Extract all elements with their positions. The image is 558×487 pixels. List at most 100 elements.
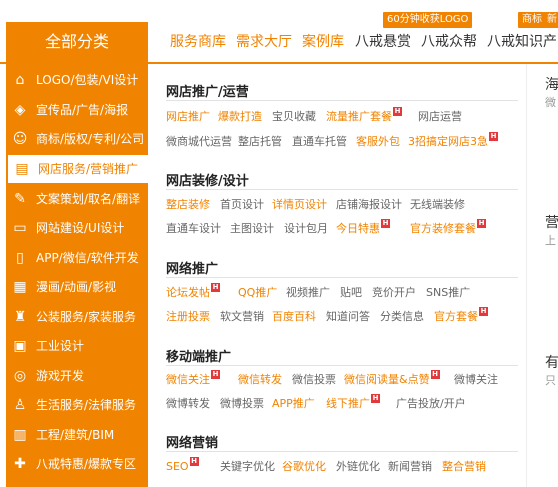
link-traffic-package[interactable]: 流量推广套餐 H: [326, 107, 402, 125]
phone-icon: ▯: [16, 250, 24, 266]
link-sns-promotion[interactable]: SNS推广: [426, 285, 470, 301]
nav-case-library[interactable]: 案例库: [302, 32, 344, 52]
link-wechat-vote[interactable]: 微信投票: [292, 372, 336, 388]
link-main-image-design[interactable]: 主图设计: [230, 221, 274, 237]
link-customer-service-outsourcing[interactable]: 客服外包: [356, 134, 400, 150]
gift-icon: ✚: [14, 456, 26, 472]
sidebar-item-logo-design[interactable]: ⌂ LOGO/包装/VI设计: [6, 66, 148, 94]
link-wechat-reads-likes[interactable]: 微信阅读量&点赞 H: [344, 370, 440, 388]
sidebar-item-game-dev[interactable]: ◎ 游戏开发: [6, 362, 148, 390]
link-app-promotion[interactable]: APP推广: [272, 396, 315, 412]
sidebar-item-animation[interactable]: ▦ 漫画/动画/影视: [6, 273, 148, 301]
link-google-optimization[interactable]: 谷歌优化: [282, 459, 326, 475]
monitor-icon: ▭: [13, 220, 27, 236]
sidebar-item-label: 生活服务/法律服务: [36, 398, 137, 412]
subcategory-panel: 网店推广/运营 网店推广 爆款打造 宝贝收藏 流量推广套餐 H 网店运营 微商城代…: [148, 64, 527, 487]
sidebar-item-online-store[interactable]: ▤ 网店服务/营销推广: [8, 155, 150, 183]
nav-service-provider-library[interactable]: 服务商库: [170, 32, 226, 52]
link-monthly-design[interactable]: 设计包月: [284, 221, 328, 237]
link-register-vote[interactable]: 注册投票: [166, 309, 210, 325]
link-weibo-follow[interactable]: 微博关注: [454, 372, 498, 388]
store-icon: ▤: [15, 161, 29, 177]
link-homepage-design[interactable]: 首页设计: [220, 197, 264, 213]
right-panel-title[interactable]: 海: [545, 74, 558, 94]
sidebar-item-industrial-design[interactable]: ▣ 工业设计: [6, 332, 148, 360]
link-detail-page-design[interactable]: 详情页设计: [272, 197, 327, 213]
nav-bajie-help[interactable]: 八戒众帮: [421, 32, 477, 52]
link-mobile-decoration[interactable]: 无线端装修: [410, 197, 465, 213]
film-icon: ▦: [13, 279, 27, 295]
hot-icon: H: [477, 219, 486, 228]
link-full-store-decoration[interactable]: 整店装修: [166, 197, 210, 213]
sidebar-item-trademark[interactable]: ☺ 商标/版权/专利/公司: [6, 125, 148, 153]
link-wechat-mall-operation[interactable]: 微商城代运营: [166, 134, 232, 150]
link-video-promotion[interactable]: 视频推广: [286, 285, 330, 301]
link-integrated-marketing[interactable]: 整合营销: [442, 459, 486, 475]
sidebar-item-label: 网店服务/营销推广: [38, 162, 139, 176]
sidebar-item-label: 漫画/动画/影视: [36, 280, 117, 294]
edit-icon: ✎: [14, 191, 26, 207]
link-forum-posting[interactable]: 论坛发帖 H: [166, 283, 220, 301]
nav-bajie-ip[interactable]: 八戒知识产: [487, 32, 557, 52]
sidebar-item-engineering[interactable]: ▥ 工程/建筑/BIM: [6, 421, 148, 449]
category-sidebar: ⌂ LOGO/包装/VI设计 ◈ 宣传品/广告/海报 ☺ 商标/版权/专利/公司…: [6, 64, 150, 487]
link-full-store-hosting[interactable]: 整店托管: [238, 134, 282, 150]
section-divider: [166, 277, 518, 278]
hot-icon: H: [479, 307, 488, 316]
link-weibo-forward[interactable]: 微博转发: [166, 396, 210, 412]
nav-demand-hall[interactable]: 需求大厅: [236, 32, 292, 52]
link-weibo-vote[interactable]: 微博投票: [220, 396, 264, 412]
sidebar-item-label: LOGO/包装/VI设计: [36, 73, 139, 87]
link-backlink-optimization[interactable]: 外链优化: [336, 459, 380, 475]
hot-icon: H: [189, 457, 199, 466]
sidebar-item-copywriting[interactable]: ✎ 文案策划/取名/翻译: [6, 185, 148, 213]
sidebar-item-label: 商标/版权/专利/公司: [36, 132, 145, 146]
link-store-promotion[interactable]: 网店推广: [166, 109, 210, 125]
person-icon: ♙: [13, 397, 27, 413]
sidebar-item-website-ui[interactable]: ▭ 网站建设/UI设计: [6, 214, 148, 242]
right-panel-title[interactable]: 营: [545, 212, 558, 232]
sidebar-item-label: 宣传品/广告/海报: [36, 103, 129, 117]
link-keyword-optimization[interactable]: 关键字优化: [220, 459, 275, 475]
link-qq-promotion[interactable]: QQ推广: [238, 285, 277, 301]
link-official-package[interactable]: 官方套餐 H: [434, 307, 488, 325]
link-through-train-hosting[interactable]: 直通车托管: [292, 134, 347, 150]
link-through-train-design[interactable]: 直通车设计: [166, 221, 221, 237]
sidebar-item-life-legal[interactable]: ♙ 生活服务/法律服务: [6, 391, 148, 419]
link-ad-placement[interactable]: 广告投放/开户: [396, 396, 466, 412]
link-news-marketing[interactable]: 新闻营销: [388, 459, 432, 475]
link-offline-promotion[interactable]: 线下推广 H: [326, 394, 380, 412]
right-panel-title[interactable]: 有: [545, 352, 558, 372]
link-seo[interactable]: SEO H: [166, 457, 199, 475]
link-item-favorites[interactable]: 宝贝收藏: [272, 109, 316, 125]
main-nav: 全部分类 服务商库 需求大厅 案例库 八戒悬赏 八戒众帮 八戒知识产: [0, 22, 558, 64]
link-soft-article-marketing[interactable]: 软文营销: [220, 309, 264, 325]
hot-icon: H: [393, 107, 402, 116]
link-tieba[interactable]: 贴吧: [340, 285, 362, 301]
link-store-poster-design[interactable]: 店铺海报设计: [336, 197, 402, 213]
hot-icon: H: [381, 219, 390, 228]
all-categories-button[interactable]: 全部分类: [6, 22, 148, 62]
link-classified-info[interactable]: 分类信息: [380, 309, 424, 325]
link-baidu-baike[interactable]: 百度百科: [272, 309, 316, 325]
sidebar-item-advertising[interactable]: ◈ 宣传品/广告/海报: [6, 96, 148, 124]
sidebar-item-label: 网站建设/UI设计: [36, 221, 125, 235]
link-bidding-account[interactable]: 竞价开户: [372, 285, 416, 301]
link-zhidao-qa[interactable]: 知道问答: [326, 309, 370, 325]
sidebar-item-specials[interactable]: ✚ 八戒特惠/爆款专区: [6, 450, 148, 478]
section-title-mobile-promotion: 移动端推广: [166, 350, 232, 365]
link-wechat-follow[interactable]: 微信关注 H: [166, 370, 220, 388]
megaphone-icon: ◈: [14, 102, 26, 118]
link-three-tips[interactable]: 3招搞定网店3急 H: [408, 132, 498, 150]
sidebar-item-label: 游戏开发: [36, 369, 85, 383]
link-store-operation[interactable]: 网店运营: [418, 109, 462, 125]
link-official-decoration-package[interactable]: 官方装修套餐 H: [410, 219, 486, 237]
sidebar-item-decoration[interactable]: ♜ 公装服务/家装服务: [6, 303, 148, 331]
nav-bajie-reward[interactable]: 八戒悬赏: [355, 32, 411, 52]
brush-icon: ♜: [13, 309, 27, 325]
link-hot-product[interactable]: 爆款打造: [218, 109, 262, 125]
link-wechat-forward[interactable]: 微信转发: [238, 372, 282, 388]
link-today-special[interactable]: 今日特惠 H: [336, 219, 390, 237]
right-panel-subtitle: 微: [545, 96, 556, 109]
sidebar-item-app-dev[interactable]: ▯ APP/微信/软件开发: [6, 244, 148, 272]
